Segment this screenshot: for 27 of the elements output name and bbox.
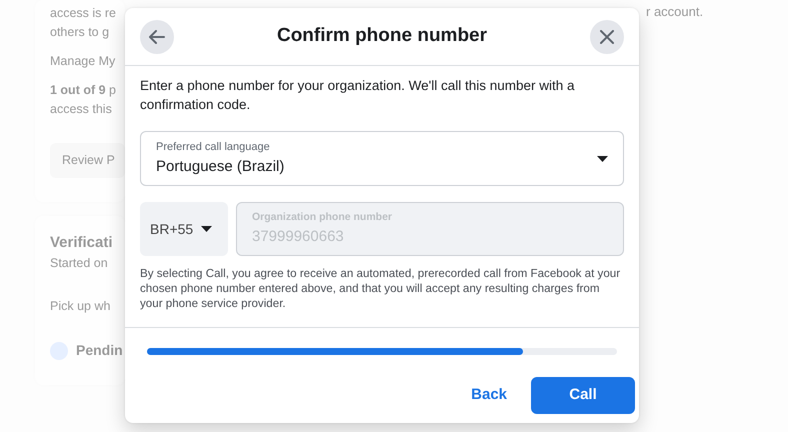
close-button[interactable] bbox=[590, 20, 624, 54]
section-note: Pick up wh bbox=[50, 298, 112, 316]
dialog-title: Confirm phone number bbox=[276, 24, 488, 48]
country-code-select[interactable]: BR+55 bbox=[140, 202, 228, 256]
back-button[interactable]: Back bbox=[463, 378, 515, 413]
background-text: 1 out of 9 p bbox=[50, 82, 117, 99]
close-icon bbox=[600, 30, 614, 44]
background-text: others to g bbox=[50, 24, 110, 41]
background-text: r account. bbox=[646, 3, 704, 21]
caret-icon bbox=[597, 156, 608, 162]
section-title: Verificati bbox=[50, 232, 114, 253]
intro-text: Enter a phone number for your organization. We'll call this number with a confirmation code. bbox=[140, 77, 576, 114]
status-text: Pendin bbox=[76, 341, 123, 360]
disclaimer-text: By selecting Call, you agree to receive an automated, prerecorded call from Facebook at your chosen phone number entered above, and that you will accept any resulting charges from your phone service provider. bbox=[140, 266, 622, 311]
section-subtitle: Started on bbox=[50, 255, 109, 272]
background-text: access is re bbox=[50, 5, 117, 22]
call-button[interactable]: Call bbox=[531, 377, 635, 414]
background-text: Manage My bbox=[50, 53, 116, 70]
review-button[interactable]: Review P bbox=[50, 143, 125, 178]
language-select[interactable]: Preferred call language Portuguese (Brazil) bbox=[140, 131, 624, 186]
info-icon bbox=[50, 342, 68, 360]
field-label: Preferred call language bbox=[156, 140, 271, 155]
caret-icon bbox=[201, 226, 212, 232]
back-button[interactable] bbox=[140, 20, 174, 54]
background-text: access this bbox=[50, 101, 113, 118]
back-arrow-icon bbox=[149, 30, 165, 44]
field-value: Portuguese (Brazil) bbox=[156, 156, 284, 176]
